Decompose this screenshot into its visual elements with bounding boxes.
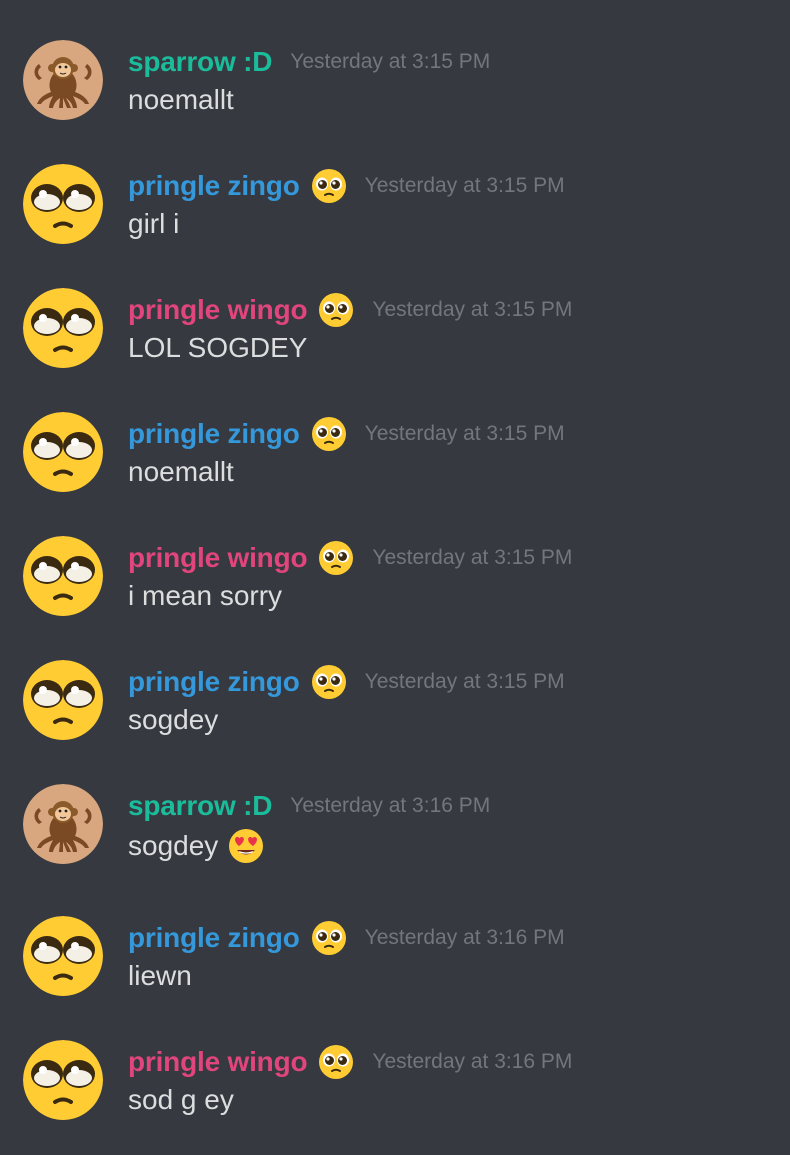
pleading-face-icon bbox=[311, 664, 347, 700]
message-item: pringle wingo Yesterday at 3:16 PM sod g… bbox=[0, 1000, 790, 1124]
message-item: pringle zingo Yesterday at 3:15 PM girl … bbox=[0, 124, 790, 248]
chat-messages: sparrow :D Yesterday at 3:15 PM noemallt… bbox=[0, 0, 790, 1155]
message-text: sod g ey bbox=[128, 1084, 234, 1115]
pleading-face-icon bbox=[23, 916, 103, 996]
pleading-face-icon bbox=[311, 416, 347, 452]
username[interactable]: pringle wingo bbox=[128, 294, 308, 326]
heart-eyes-icon bbox=[228, 828, 264, 864]
timestamp: Yesterday at 3:16 PM bbox=[364, 926, 565, 949]
message-text: noemallt bbox=[128, 456, 234, 487]
username[interactable]: pringle zingo bbox=[128, 666, 300, 698]
timestamp: Yesterday at 3:15 PM bbox=[290, 50, 491, 73]
pleading-face-icon bbox=[318, 1044, 354, 1080]
pleading-face-icon bbox=[23, 288, 103, 368]
monkey-octopus-icon bbox=[23, 40, 103, 120]
avatar[interactable] bbox=[23, 660, 103, 740]
avatar[interactable] bbox=[23, 536, 103, 616]
timestamp: Yesterday at 3:15 PM bbox=[364, 422, 565, 445]
message-item: sparrow :D Yesterday at 3:16 PM sogdey bbox=[0, 744, 790, 868]
timestamp: Yesterday at 3:16 PM bbox=[372, 1050, 573, 1073]
avatar[interactable] bbox=[23, 40, 103, 120]
message-text: i mean sorry bbox=[128, 580, 283, 611]
timestamp: Yesterday at 3:15 PM bbox=[372, 298, 573, 321]
message-item: pringle zingo Yesterday at 3:15 PM sogde… bbox=[0, 620, 790, 744]
pleading-face-icon bbox=[23, 164, 103, 244]
username[interactable]: sparrow :D bbox=[128, 46, 272, 78]
pleading-face-icon bbox=[318, 292, 354, 328]
avatar[interactable] bbox=[23, 1040, 103, 1120]
avatar[interactable] bbox=[23, 164, 103, 244]
timestamp: Yesterday at 3:15 PM bbox=[364, 174, 565, 197]
timestamp: Yesterday at 3:16 PM bbox=[290, 794, 491, 817]
message-item: pringle zingo Yesterday at 3:15 PM noema… bbox=[0, 372, 790, 496]
avatar[interactable] bbox=[23, 784, 103, 864]
message-item: pringle wingo Yesterday at 3:15 PM LOL S… bbox=[0, 248, 790, 372]
username[interactable]: sparrow :D bbox=[128, 790, 272, 822]
pleading-face-icon bbox=[318, 540, 354, 576]
message-text: liewn bbox=[128, 960, 192, 991]
message-text: noemallt bbox=[128, 84, 234, 115]
message-text: sogdey bbox=[128, 830, 219, 861]
pleading-face-icon bbox=[311, 920, 347, 956]
username[interactable]: pringle zingo bbox=[128, 170, 300, 202]
pleading-face-icon bbox=[23, 412, 103, 492]
message-text: sogdey bbox=[128, 704, 219, 735]
username[interactable]: pringle wingo bbox=[128, 1046, 308, 1078]
pleading-face-icon bbox=[23, 536, 103, 616]
pleading-face-icon bbox=[23, 660, 103, 740]
username[interactable]: pringle zingo bbox=[128, 418, 300, 450]
timestamp: Yesterday at 3:15 PM bbox=[364, 670, 565, 693]
username[interactable]: pringle zingo bbox=[128, 922, 300, 954]
pleading-face-icon bbox=[311, 168, 347, 204]
message-item: pringle wingo Yesterday at 3:15 PM i mea… bbox=[0, 496, 790, 620]
avatar[interactable] bbox=[23, 412, 103, 492]
message-text: girl i bbox=[128, 208, 180, 239]
monkey-octopus-icon bbox=[23, 784, 103, 864]
avatar[interactable] bbox=[23, 288, 103, 368]
username[interactable]: pringle wingo bbox=[128, 542, 308, 574]
timestamp: Yesterday at 3:15 PM bbox=[372, 546, 573, 569]
message-item: pringle zingo Yesterday at 3:16 PM liewn bbox=[0, 876, 790, 1000]
message-text: LOL SOGDEY bbox=[128, 332, 308, 363]
pleading-face-icon bbox=[23, 1040, 103, 1120]
avatar[interactable] bbox=[23, 916, 103, 996]
message-item: sparrow :D Yesterday at 3:15 PM noemallt bbox=[0, 0, 790, 124]
